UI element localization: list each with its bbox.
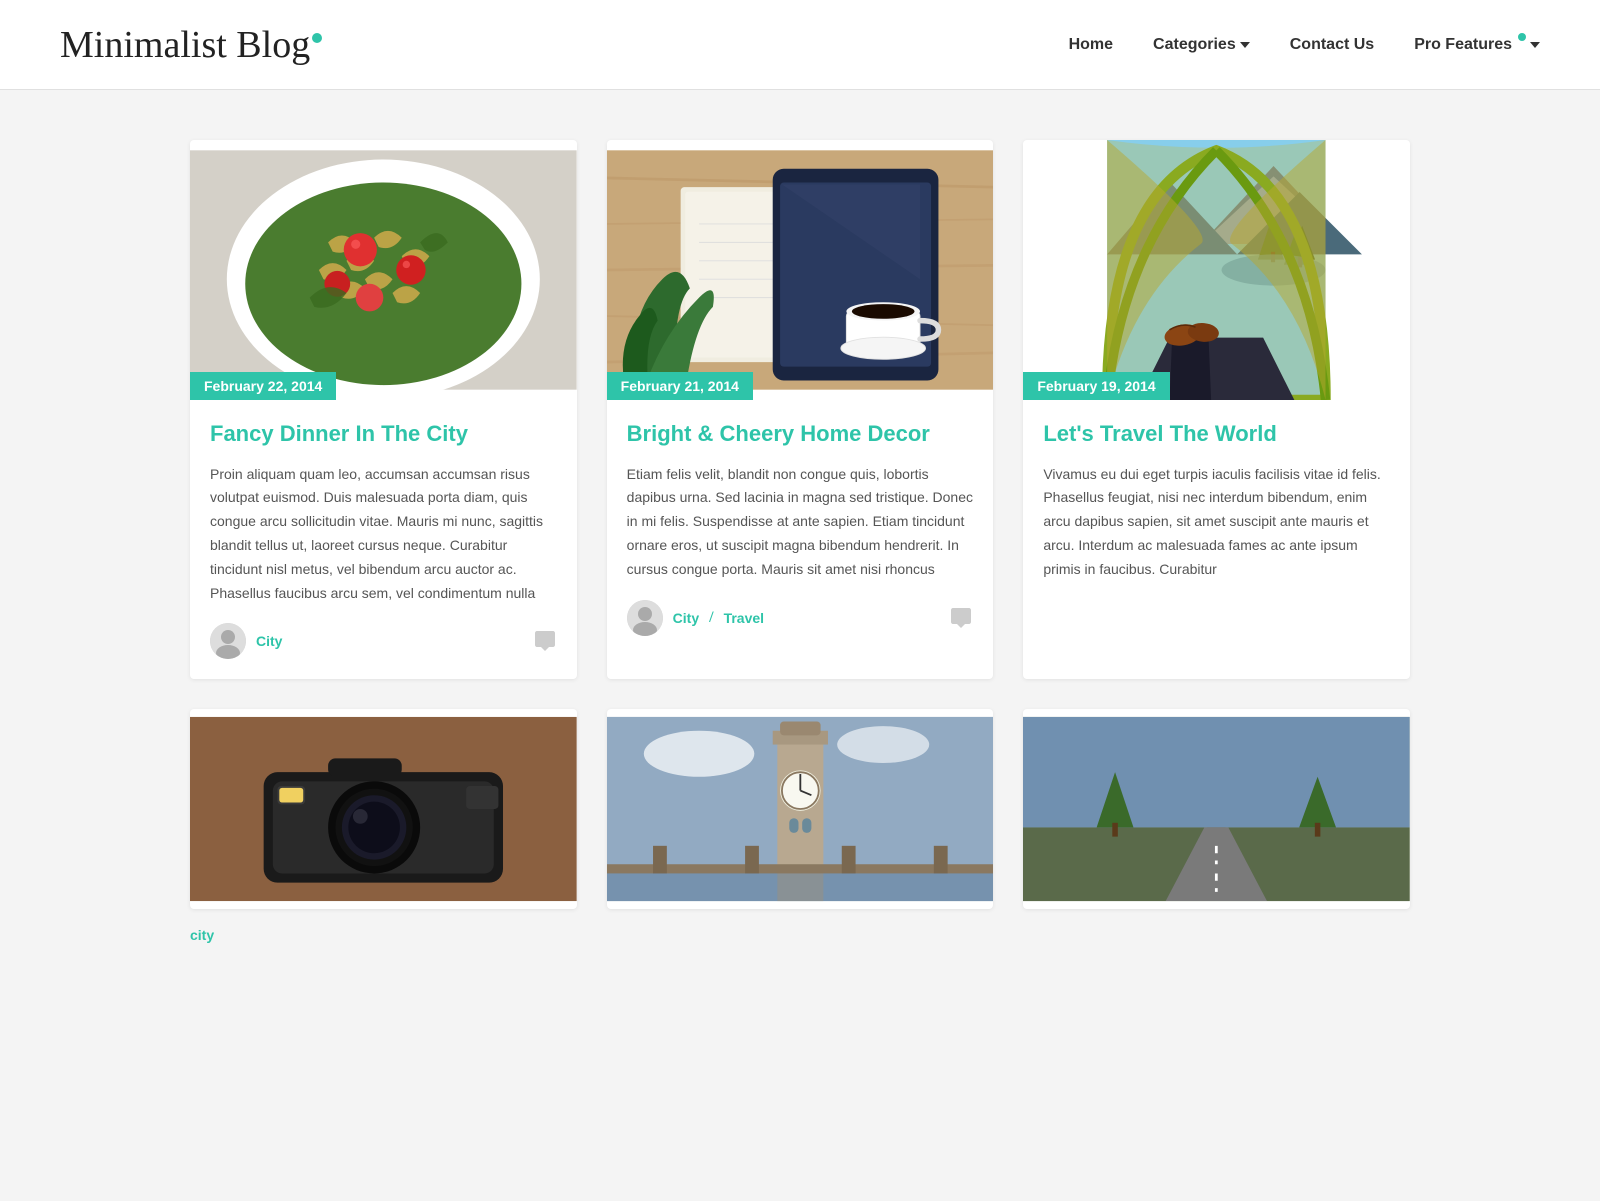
city-tag-bottom[interactable]: city (190, 927, 214, 943)
chevron-down-icon (1240, 42, 1250, 48)
card-excerpt-1: Proin aliquam quam leo, accumsan accumsa… (210, 463, 557, 606)
card-meta-2: City / Travel (627, 600, 974, 636)
post-image-desk (607, 140, 994, 400)
bottom-card-2 (607, 709, 994, 909)
bottom-image-road (1023, 709, 1410, 909)
tag-travel-2[interactable]: Travel (724, 610, 764, 626)
bottom-image-camera (190, 709, 577, 909)
bottom-card-1 (190, 709, 577, 909)
post-card-3: February 19, 2014 Let's Travel The World… (1023, 140, 1410, 679)
meta-left-2: City / Travel (627, 600, 764, 636)
comment-icon-2 (949, 606, 973, 630)
card-image-wrapper-2: February 21, 2014 (607, 140, 994, 400)
bottom-city-label: city (190, 917, 1410, 955)
card-meta-1: City (210, 623, 557, 659)
blog-grid: February 22, 2014 Fancy Dinner In The Ci… (190, 140, 1410, 679)
bottom-card-3 (1023, 709, 1410, 909)
card-body-1: Fancy Dinner In The City Proin aliquam q… (190, 400, 577, 679)
card-body-3: Let's Travel The World Vivamus eu dui eg… (1023, 400, 1410, 620)
site-header: Minimalist Blog Home Categories Contact … (0, 0, 1600, 90)
bottom-grid (190, 709, 1410, 909)
card-excerpt-3: Vivamus eu dui eget turpis iaculis facil… (1043, 463, 1390, 582)
card-title-3[interactable]: Let's Travel The World (1043, 420, 1390, 449)
card-image-wrapper-1: February 22, 2014 (190, 140, 577, 400)
card-title-2[interactable]: Bright & Cheery Home Decor (627, 420, 974, 449)
card-image-wrapper-3: February 19, 2014 (1023, 140, 1410, 400)
tag-city-1[interactable]: City (256, 633, 282, 649)
post-image-tent (1023, 140, 1410, 400)
date-badge-3: February 19, 2014 (1023, 372, 1169, 400)
avatar-1 (210, 623, 246, 659)
comment-icon-1 (533, 629, 557, 653)
tag-city-2[interactable]: City (673, 610, 699, 626)
nav-pro-features[interactable]: Pro Features (1414, 36, 1540, 54)
pro-dot-indicator (1518, 33, 1526, 41)
nav-categories[interactable]: Categories (1153, 36, 1250, 54)
post-card-2: February 21, 2014 Bright & Cheery Home D… (607, 140, 994, 679)
post-image-food (190, 140, 577, 400)
post-card-1: February 22, 2014 Fancy Dinner In The Ci… (190, 140, 577, 679)
meta-left-1: City (210, 623, 282, 659)
site-logo[interactable]: Minimalist Blog (60, 23, 322, 67)
avatar-2 (627, 600, 663, 636)
card-body-2: Bright & Cheery Home Decor Etiam felis v… (607, 400, 994, 656)
main-nav: Home Categories Contact Us Pro Features (1069, 36, 1540, 54)
card-title-1[interactable]: Fancy Dinner In The City (210, 420, 557, 449)
date-badge-1: February 22, 2014 (190, 372, 336, 400)
date-badge-2: February 21, 2014 (607, 372, 753, 400)
nav-home[interactable]: Home (1069, 36, 1113, 54)
logo-text: Minimalist Blog (60, 24, 310, 66)
nav-contact[interactable]: Contact Us (1290, 36, 1374, 54)
logo-dot (312, 33, 322, 43)
chevron-down-icon (1530, 42, 1540, 48)
bottom-image-bigben (607, 709, 994, 909)
main-content: February 22, 2014 Fancy Dinner In The Ci… (150, 140, 1450, 955)
card-excerpt-2: Etiam felis velit, blandit non congue qu… (627, 463, 974, 582)
